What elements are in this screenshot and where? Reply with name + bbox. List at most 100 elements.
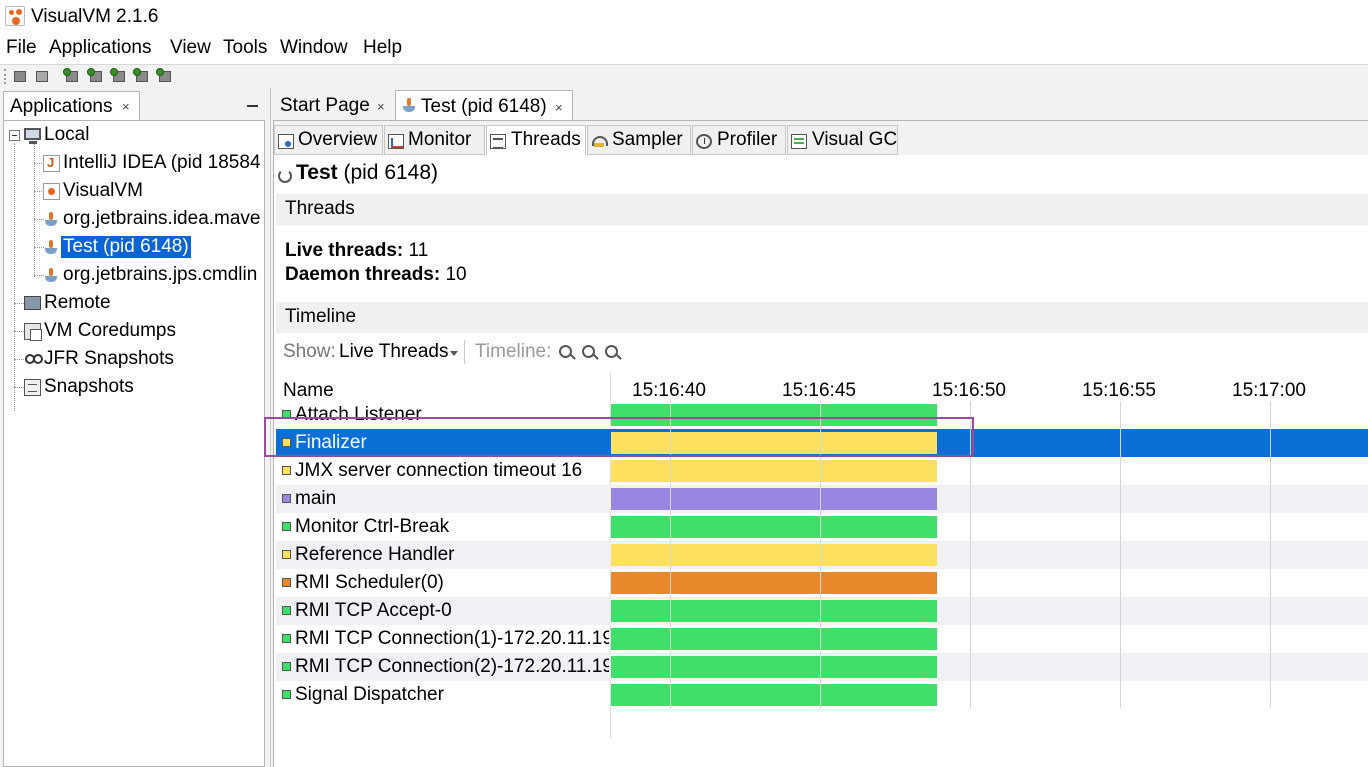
add-jmx-connection-icon[interactable] (63, 68, 80, 85)
toolbar-separator (464, 340, 465, 364)
save-snapshot-icon[interactable] (33, 68, 50, 85)
tab-label: Visual GC (812, 129, 898, 150)
toolbar-grip[interactable] (4, 69, 7, 84)
zoom-in-icon[interactable] (559, 345, 572, 358)
add-remote-host-icon[interactable] (87, 68, 104, 85)
thread-name: JMX server connection timeout 16 (295, 460, 583, 481)
tab-start-page[interactable]: Start Page × (273, 90, 393, 120)
tree-node-snapshots[interactable]: Snapshots (4, 374, 264, 401)
intellij-icon (43, 155, 60, 172)
tree-node-coredumps[interactable]: VM Coredumps (4, 318, 264, 345)
computer-icon (24, 128, 41, 144)
tree-node-jfr[interactable]: JFR Snapshots (4, 346, 264, 373)
thread-state-bar (611, 684, 937, 706)
main-toolbar (0, 64, 1368, 88)
tab-label: Monitor (408, 129, 472, 150)
menu-applications[interactable]: Applications (49, 37, 151, 59)
tab-label: Overview (298, 129, 378, 150)
tree-node-label: Local (44, 124, 90, 145)
thread-row[interactable]: RMI TCP Connection(2)-172.20.11.19 (276, 653, 1368, 681)
visual-gc-icon (791, 134, 807, 149)
tab-visual-gc[interactable]: Visual GC (787, 125, 898, 155)
thread-row[interactable]: JMX server connection timeout 16 (276, 457, 1368, 485)
collapse-icon[interactable] (9, 130, 20, 141)
applications-panel: Applications × Local IntelliJ IDEA (pid … (0, 88, 270, 767)
close-icon[interactable]: × (122, 99, 130, 114)
jfr-snapshot-icon (24, 351, 43, 368)
applications-tab[interactable]: Applications × (3, 91, 140, 120)
tab-profiler[interactable]: Profiler (692, 125, 786, 155)
thread-row[interactable]: RMI TCP Accept-0 (276, 597, 1368, 625)
tree-node-remote[interactable]: Remote (4, 290, 264, 317)
tree-node-local[interactable]: Local (4, 122, 264, 149)
document-area: Start Page × Test (pid 6148) × Overview … (264, 88, 1368, 767)
tab-threads[interactable]: Threads (486, 125, 586, 155)
menu-file[interactable]: File (6, 37, 37, 59)
thread-row[interactable]: Reference Handler (276, 541, 1368, 569)
tab-overview[interactable]: Overview (274, 125, 383, 155)
zoom-fit-icon[interactable] (605, 345, 618, 358)
take-heap-dump-icon[interactable] (110, 68, 127, 85)
time-tick-label: 15:16:50 (932, 380, 1006, 401)
name-column-header[interactable]: Name (283, 380, 334, 402)
tree-node-maven[interactable]: org.jetbrains.idea.mave (4, 206, 264, 233)
chevron-down-icon[interactable] (450, 351, 458, 356)
thread-state-icon (282, 550, 291, 559)
tree-node-test[interactable]: Test (pid 6148) (4, 234, 264, 261)
java-app-icon (43, 267, 60, 284)
section-title: Threads (285, 198, 355, 219)
java-app-icon (43, 239, 60, 256)
thread-state-icon (282, 522, 291, 531)
tab-label: Test (pid 6148) (421, 96, 547, 117)
show-threads-dropdown[interactable]: Live Threads (339, 341, 449, 363)
minimize-icon[interactable] (247, 96, 259, 108)
zoom-out-icon[interactable] (582, 345, 595, 358)
timeline-section-header[interactable]: Timeline (276, 302, 1368, 333)
thread-state-bar (611, 656, 937, 678)
threads-section-header[interactable]: Threads (276, 194, 1368, 225)
view-title: Test (pid 6148) (296, 161, 438, 185)
thread-name: RMI TCP Accept-0 (295, 600, 452, 621)
menu-help[interactable]: Help (363, 37, 402, 59)
view-title-name: Test (296, 161, 338, 184)
time-gridline (1270, 401, 1271, 708)
tree-node-visualvm[interactable]: VisualVM (4, 178, 264, 205)
take-thread-dump-icon[interactable] (133, 68, 150, 85)
close-icon[interactable]: × (377, 99, 385, 114)
daemon-threads-stat: Daemon threads: 10 (285, 264, 467, 286)
java-app-icon (43, 211, 60, 228)
thread-name: Monitor Ctrl-Break (295, 516, 450, 537)
menu-window[interactable]: Window (280, 37, 348, 59)
thread-state-bar (611, 544, 937, 566)
tab-monitor[interactable]: Monitor (384, 125, 485, 155)
take-snapshot-icon[interactable] (156, 68, 173, 85)
thread-row[interactable]: main (276, 485, 1368, 513)
close-icon[interactable]: × (555, 100, 563, 115)
load-application-snapshot-icon[interactable] (11, 68, 28, 85)
thread-row[interactable]: RMI TCP Connection(1)-172.20.11.19 (276, 625, 1368, 653)
time-tick-label: 15:17:00 (1232, 380, 1306, 401)
tab-test-pid[interactable]: Test (pid 6148) × (395, 90, 573, 120)
tree-node-label: VM Coredumps (44, 320, 176, 341)
tree-node-intellij[interactable]: IntelliJ IDEA (pid 18584 (4, 150, 264, 177)
thread-state-bar (611, 628, 937, 650)
view-tabs: Overview Monitor Threads Sampler Profile… (274, 121, 1368, 155)
thread-state-bar (611, 600, 937, 622)
menu-tools[interactable]: Tools (223, 37, 267, 59)
time-tick-label: 15:16:55 (1082, 380, 1156, 401)
thread-row[interactable]: RMI Scheduler(0) (276, 569, 1368, 597)
tab-sampler[interactable]: Sampler (587, 125, 691, 155)
visualvm-icon (43, 183, 60, 200)
coredump-icon (24, 323, 42, 341)
applications-tab-label: Applications (10, 96, 113, 117)
tree-node-jps[interactable]: org.jetbrains.jps.cmdlin (4, 262, 264, 289)
title-bar: VisualVM 2.1.6 (0, 0, 1368, 34)
thread-row[interactable]: Signal Dispatcher (276, 681, 1368, 709)
monitor-icon (388, 134, 404, 149)
menu-view[interactable]: View (170, 37, 211, 59)
thread-row[interactable]: Monitor Ctrl-Break (276, 513, 1368, 541)
tree-node-label: VisualVM (63, 180, 143, 201)
thread-name: RMI TCP Connection(2)-172.20.11.19 (295, 656, 609, 677)
window-title: VisualVM 2.1.6 (31, 6, 159, 27)
daemon-threads-label: Daemon threads: (285, 264, 441, 285)
